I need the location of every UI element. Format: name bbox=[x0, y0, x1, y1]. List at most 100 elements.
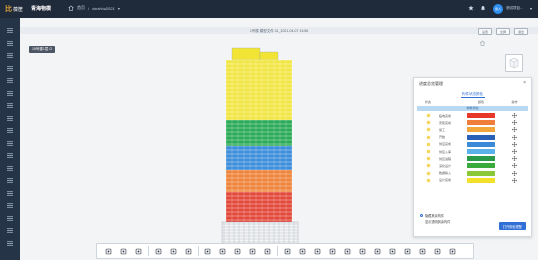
status-row[interactable]: 安装完成 bbox=[417, 119, 528, 126]
sidebar-menu-5-icon[interactable] bbox=[7, 78, 13, 83]
floor-plan-icon[interactable] bbox=[200, 244, 215, 258]
sidebar-menu-16-icon[interactable] bbox=[7, 215, 13, 221]
sidebar-menu-17-icon[interactable] bbox=[7, 228, 13, 233]
sidebar-menu-14-icon[interactable] bbox=[7, 190, 13, 196]
color-swatch[interactable] bbox=[467, 170, 495, 176]
navigation-cube[interactable] bbox=[505, 54, 523, 72]
lightbulb-icon[interactable] bbox=[426, 171, 430, 175]
move-icon[interactable] bbox=[512, 113, 517, 118]
color-swatch[interactable] bbox=[467, 127, 495, 133]
sidebar-menu-6-icon[interactable] bbox=[7, 90, 13, 96]
move-icon[interactable] bbox=[512, 177, 517, 183]
user-menu-chevron-icon[interactable]: ▾ bbox=[530, 6, 532, 11]
up-down-icon[interactable] bbox=[116, 244, 131, 258]
lightbulb-icon[interactable] bbox=[426, 164, 430, 168]
fullscreen-button[interactable]: 全屏 bbox=[495, 28, 510, 35]
sidebar-menu-2-icon[interactable] bbox=[7, 40, 13, 46]
doc-icon[interactable] bbox=[215, 244, 230, 258]
radio-hide-others[interactable]: 隐藏其余构件 bbox=[420, 213, 444, 218]
breadcrumb-home[interactable]: 首页 bbox=[77, 5, 85, 11]
settings-button[interactable]: 设置 bbox=[477, 28, 492, 35]
radio-button[interactable] bbox=[420, 214, 423, 217]
section-icon[interactable] bbox=[325, 244, 340, 258]
status-row[interactable]: 深化设计 bbox=[417, 162, 528, 169]
move-icon[interactable] bbox=[512, 156, 517, 162]
sidebar-menu-3-icon[interactable] bbox=[7, 53, 13, 58]
move-icon[interactable] bbox=[512, 134, 517, 140]
close-icon[interactable]: × bbox=[523, 80, 526, 86]
hand-icon[interactable] bbox=[101, 244, 116, 258]
radio-transparent-others[interactable]: 显示透明其余构件 bbox=[420, 219, 451, 224]
status-row[interactable]: 供应完成 bbox=[417, 141, 528, 148]
move-icon[interactable] bbox=[512, 170, 517, 176]
lightbulb-icon[interactable] bbox=[426, 157, 430, 161]
stack-icon[interactable] bbox=[260, 244, 275, 258]
sidebar-menu-13-icon[interactable] bbox=[7, 178, 13, 183]
lightbulb-icon[interactable] bbox=[426, 150, 430, 154]
move-icon[interactable] bbox=[512, 120, 517, 126]
app-logo[interactable]: 比 葆筐 bbox=[5, 4, 23, 14]
lightbulb-icon[interactable] bbox=[426, 178, 430, 182]
lightbulb-icon[interactable] bbox=[426, 121, 430, 125]
status-row[interactable]: 供应进程 bbox=[417, 155, 528, 162]
star-icon[interactable] bbox=[468, 5, 474, 11]
sidebar-menu-1-icon[interactable] bbox=[7, 28, 13, 33]
box-zoom-icon[interactable] bbox=[295, 244, 310, 258]
color-swatch[interactable] bbox=[467, 177, 495, 183]
crop-icon[interactable] bbox=[310, 244, 325, 258]
user-name[interactable]: 测试项目... bbox=[506, 6, 523, 11]
move-icon[interactable] bbox=[512, 163, 517, 169]
walk-icon[interactable] bbox=[131, 244, 146, 258]
sidebar-menu-4-icon[interactable] bbox=[7, 65, 13, 71]
sidebar-menu-18-icon[interactable] bbox=[7, 240, 13, 246]
pan-icon[interactable] bbox=[340, 244, 355, 258]
floor-badge[interactable]: 15号楼1层 ⊡ bbox=[29, 46, 56, 53]
status-row[interactable]: 施工 bbox=[417, 126, 528, 133]
color-swatch[interactable] bbox=[467, 156, 495, 162]
color-swatch[interactable] bbox=[467, 113, 495, 119]
sidebar-menu-9-icon[interactable] bbox=[7, 128, 13, 133]
move-icon[interactable] bbox=[512, 149, 517, 154]
rotate-left-icon[interactable] bbox=[181, 244, 196, 258]
avatar[interactable]: 用人 bbox=[493, 4, 503, 14]
lightbulb-icon[interactable] bbox=[426, 142, 430, 146]
shield-icon[interactable] bbox=[415, 244, 430, 258]
status-row[interactable]: 开始 bbox=[417, 134, 528, 141]
share-icon[interactable] bbox=[445, 244, 460, 258]
chevron-down-icon[interactable]: ▾ bbox=[118, 6, 120, 11]
sidebar-menu-8-icon[interactable] bbox=[7, 115, 13, 121]
view-home-icon[interactable] bbox=[479, 40, 486, 46]
status-row[interactable]: 设计完成 bbox=[417, 177, 528, 184]
sidebar-menu-7-icon[interactable] bbox=[7, 103, 13, 108]
measure-icon[interactable] bbox=[151, 244, 166, 258]
zoom-in-icon[interactable] bbox=[280, 244, 295, 258]
sidebar-menu-11-icon[interactable] bbox=[7, 153, 13, 158]
bell-icon[interactable] bbox=[480, 5, 486, 11]
status-row[interactable]: 供应入库 bbox=[417, 148, 528, 155]
status-row[interactable]: 临电完成 bbox=[417, 112, 528, 119]
camera-icon[interactable] bbox=[385, 244, 400, 258]
sidebar-menu-15-icon[interactable] bbox=[7, 203, 13, 208]
move-icon[interactable] bbox=[512, 127, 517, 133]
status-row[interactable]: 数据输入 bbox=[417, 170, 528, 177]
clipboard-icon[interactable] bbox=[430, 244, 445, 258]
lightbulb-icon[interactable] bbox=[426, 135, 430, 139]
exit-button[interactable]: 退出 bbox=[513, 28, 528, 35]
home-icon[interactable] bbox=[68, 5, 74, 11]
color-swatch[interactable] bbox=[467, 163, 495, 169]
breadcrumb-current[interactable]: xinzhhu2021 bbox=[92, 6, 115, 11]
sidebar-menu-12-icon[interactable] bbox=[7, 165, 13, 171]
lightbulb-icon[interactable] bbox=[426, 128, 430, 132]
rotate-icon[interactable] bbox=[166, 244, 181, 258]
color-swatch[interactable] bbox=[467, 149, 495, 155]
color-swatch[interactable] bbox=[467, 141, 495, 147]
color-swatch[interactable] bbox=[467, 134, 495, 140]
lightbulb-icon[interactable] bbox=[426, 114, 430, 118]
layer-icon[interactable] bbox=[355, 244, 370, 258]
building-model[interactable] bbox=[202, 46, 310, 246]
apply-colors-button[interactable]: 打开颜色搭配 bbox=[498, 222, 526, 230]
target-icon[interactable] bbox=[245, 244, 260, 258]
sidebar-menu-10-icon[interactable] bbox=[7, 140, 13, 146]
image-icon[interactable] bbox=[370, 244, 385, 258]
page-icon[interactable] bbox=[230, 244, 245, 258]
